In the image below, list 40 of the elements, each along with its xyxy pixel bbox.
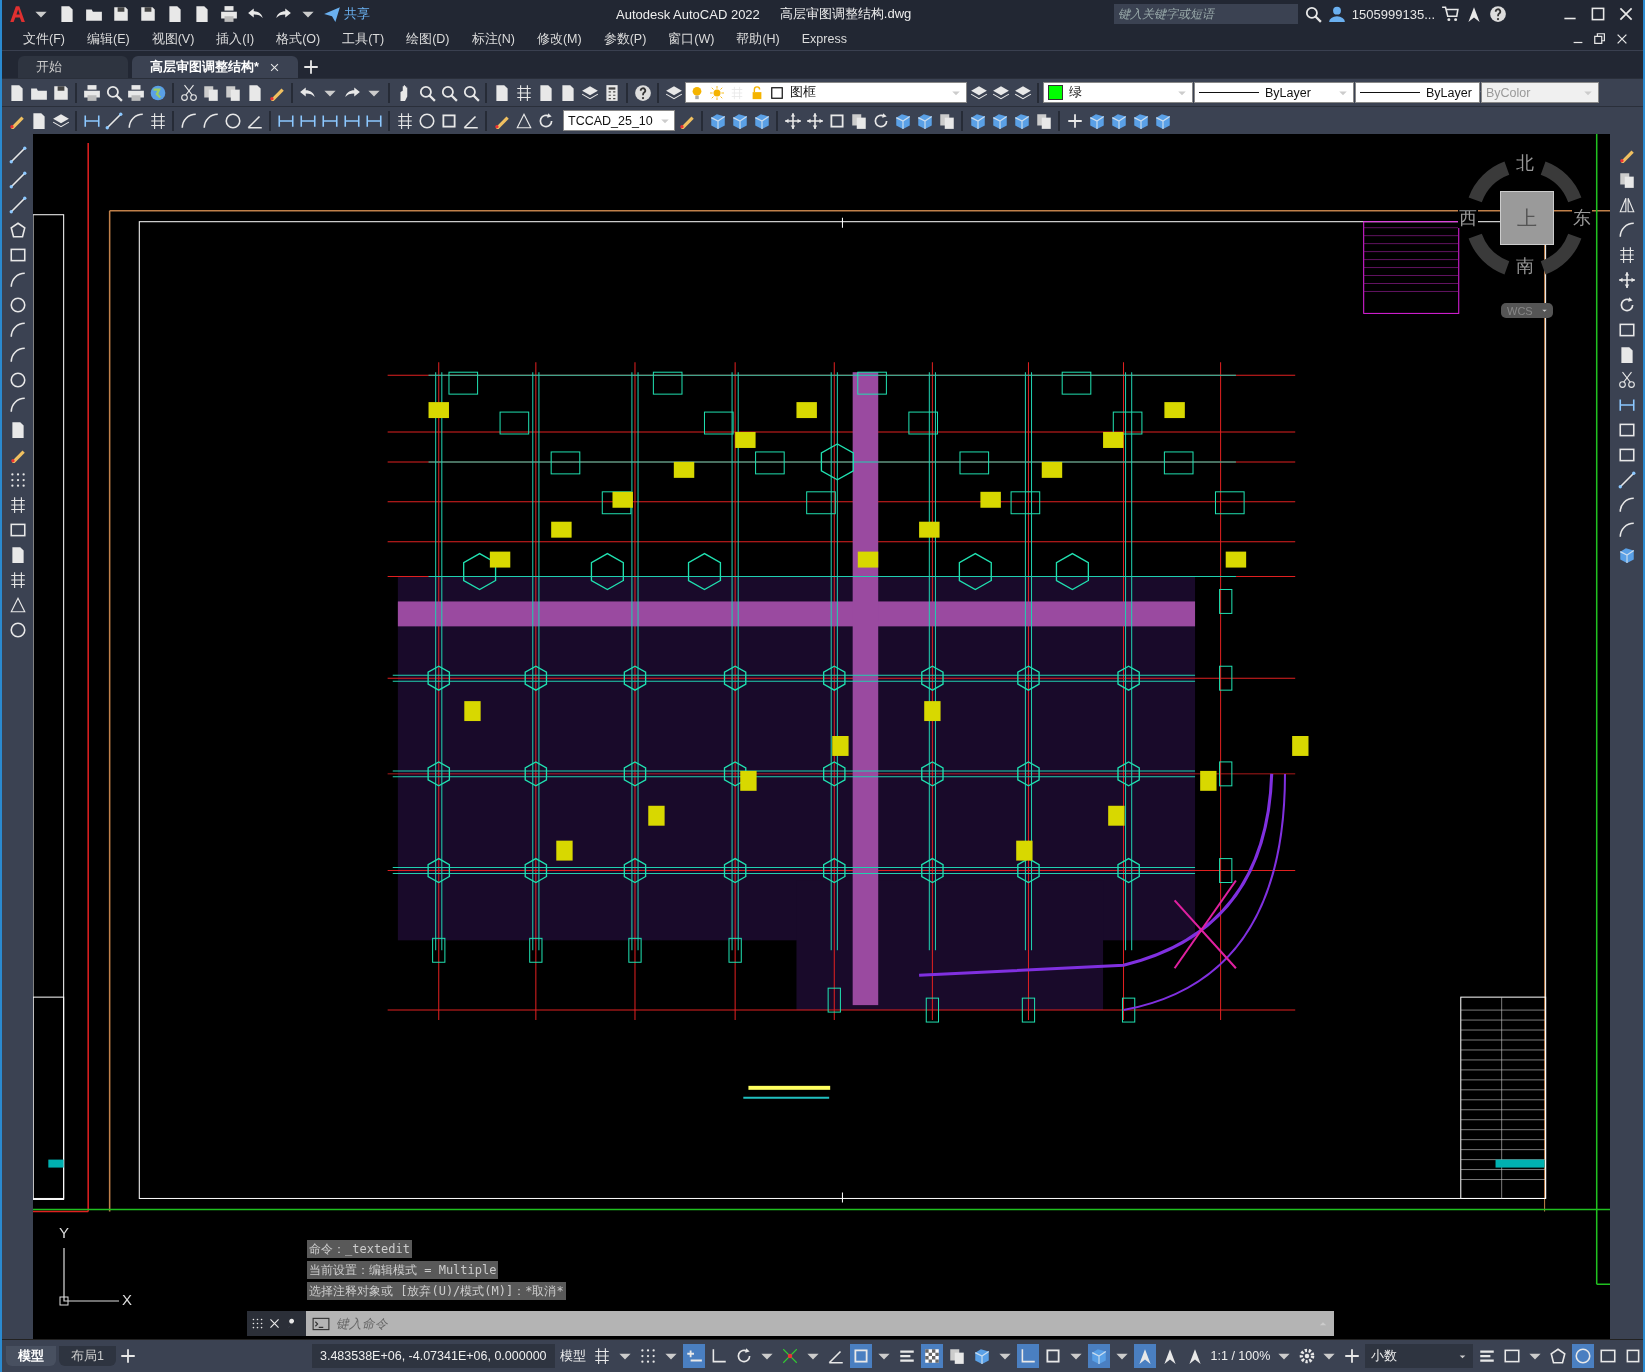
y-axis-label: Y	[59, 1224, 69, 1241]
annotation-scale-button[interactable]: 1:1 / 100%	[1208, 1344, 1273, 1368]
command-line-field[interactable]: 键入命令	[306, 1311, 1334, 1336]
color-dropdown[interactable]: 绿	[1043, 82, 1193, 103]
units-dropdown[interactable]: 小数	[1365, 1344, 1474, 1368]
menu-item[interactable]: 工具(T)	[331, 30, 396, 48]
lineweight-dropdown[interactable]: ByLayer	[1355, 82, 1480, 103]
user-name[interactable]: 1505999135...	[1351, 6, 1435, 22]
file-name: 高层审图调整结构.dwg	[779, 5, 912, 23]
plotstyle-dropdown: ByColor	[1481, 82, 1599, 103]
window-title: Autodesk AutoCAD 2022	[616, 6, 760, 22]
compass-north[interactable]: 北	[1515, 153, 1535, 173]
linetype-dropdown[interactable]: ByLayer	[1194, 82, 1354, 103]
file-tab[interactable]: 开始	[18, 56, 128, 78]
coordinates-display: 3.483538E+06, -4.07341E+06, 0.000000	[311, 1344, 555, 1368]
menu-item[interactable]: 视图(V)	[140, 30, 206, 48]
dimension-style-dropdown[interactable]: TCCAD_25_10	[563, 110, 675, 131]
menu-item[interactable]: Express	[790, 32, 858, 46]
command-input-field[interactable]: 键入命令	[334, 1315, 1314, 1332]
menu-item[interactable]: 文件(F)	[12, 30, 76, 48]
layer-dropdown[interactable]: 图框	[685, 82, 967, 103]
model-space-button[interactable]: 模型	[557, 1344, 588, 1368]
layout-tab[interactable]: 布局1	[59, 1346, 116, 1366]
share-button[interactable]: 共享	[323, 3, 370, 25]
menu-item[interactable]: 插入(I)	[205, 30, 266, 48]
menu-item[interactable]: 参数(P)	[592, 30, 658, 48]
menu-item[interactable]: 格式(O)	[265, 30, 332, 48]
menu-item[interactable]: 帮助(H)	[725, 30, 791, 48]
compass-east[interactable]: 东	[1572, 208, 1592, 228]
compass-south[interactable]: 南	[1515, 256, 1535, 276]
layout-tab[interactable]: 模型	[6, 1346, 56, 1366]
menu-item[interactable]: 绘图(D)	[395, 30, 461, 48]
menu-item[interactable]: 修改(M)	[525, 30, 593, 48]
file-tab[interactable]: 高层审图调整结构*	[132, 56, 298, 78]
search-field[interactable]: 键入关键字或短语	[1113, 4, 1298, 24]
menu-item[interactable]: 标注(N)	[460, 30, 526, 48]
menu-item[interactable]: 窗口(W)	[657, 30, 726, 48]
compass-west[interactable]: 西	[1458, 208, 1478, 228]
x-axis-label: X	[122, 1291, 132, 1308]
menu-item[interactable]: 编辑(E)	[75, 30, 141, 48]
